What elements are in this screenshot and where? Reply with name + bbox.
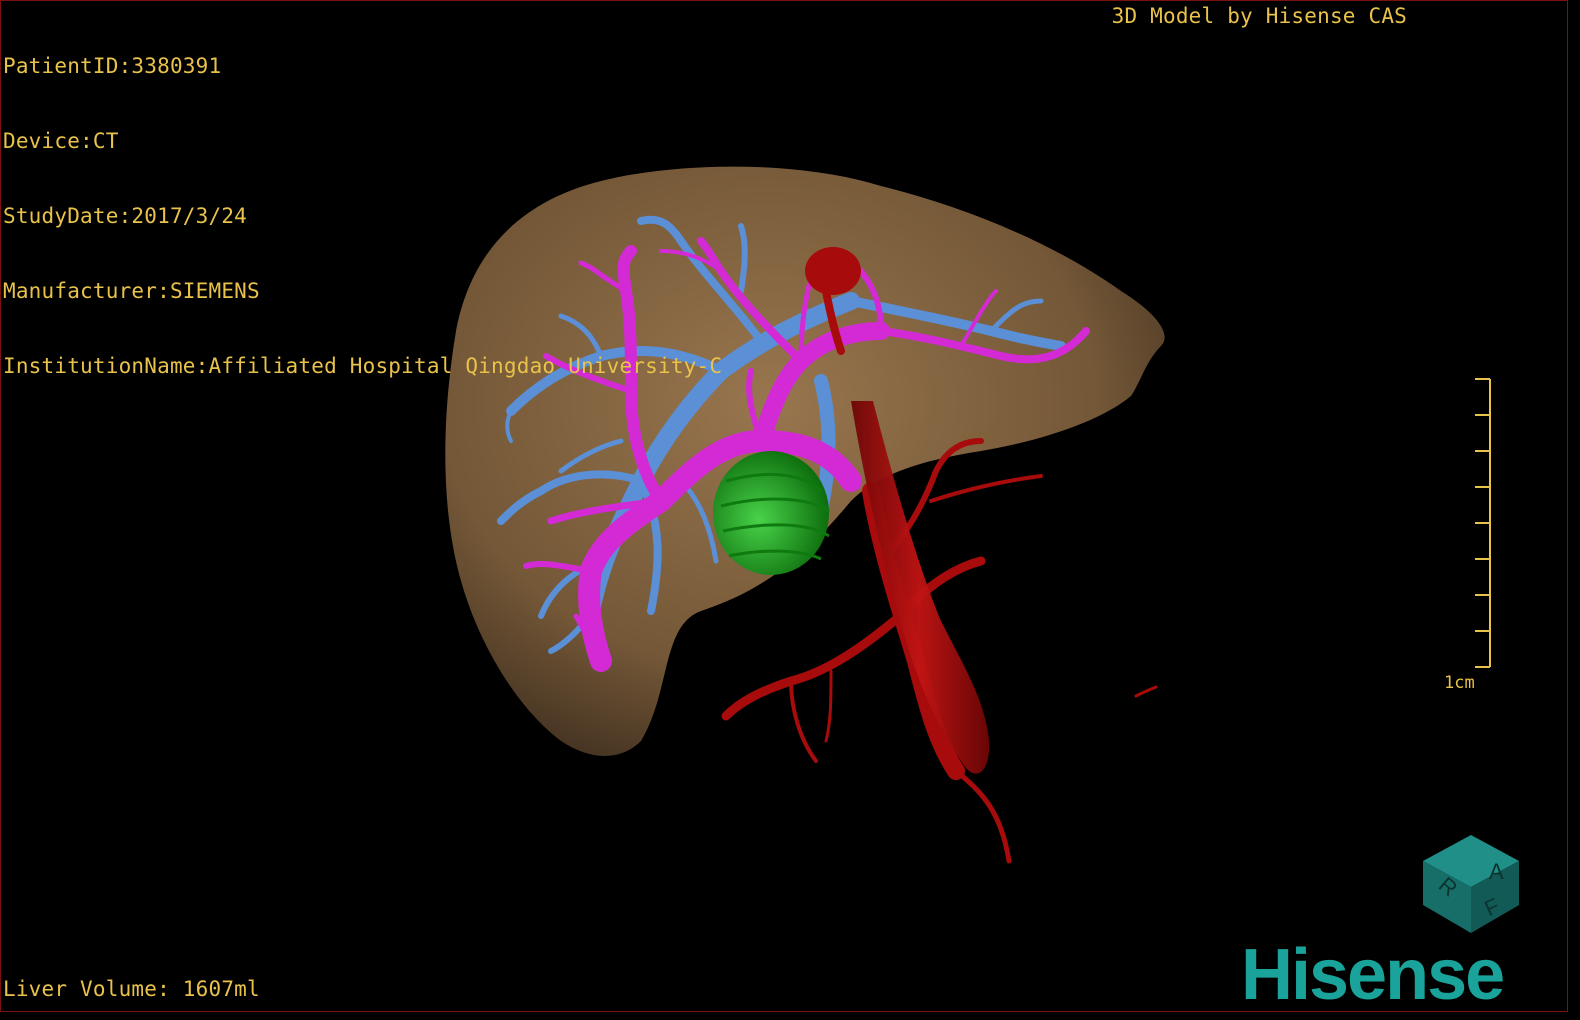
scale-bar-label: 1cm [1444, 673, 1475, 693]
liver-volume: Liver Volume: 1607ml [3, 977, 260, 1001]
model-credit: 3D Model by Hisense CAS [1111, 4, 1407, 28]
hisense-logo: Hisense [1241, 935, 1505, 1012]
render-viewport[interactable]: PatientID:3380391 Device:CT StudyDate:20… [0, 0, 1568, 1012]
patient-id: PatientID:3380391 [3, 54, 222, 78]
manufacturer: Manufacturer:SIEMENS [3, 279, 260, 303]
vena-cava-top [805, 247, 861, 295]
dicom-info-block: PatientID:3380391 Device:CT StudyDate:20… [3, 4, 722, 429]
cube-face-a: A [1489, 859, 1504, 884]
device: Device:CT [3, 129, 119, 153]
orientation-cube-icon[interactable]: A R F [1419, 831, 1523, 935]
study-date: StudyDate:2017/3/24 [3, 204, 248, 228]
tumor-mass [713, 451, 830, 575]
institution-name: InstitutionName:Affiliated Hospital Qing… [3, 354, 723, 378]
scale-bar [1475, 378, 1491, 668]
